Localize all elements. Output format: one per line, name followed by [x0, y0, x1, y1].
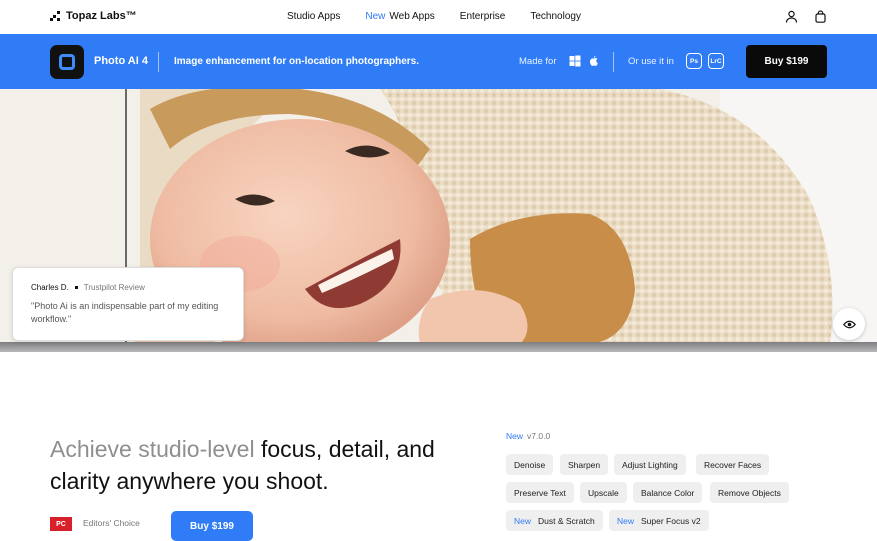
version-label: New v7.0.0 — [506, 431, 550, 441]
feature-chip-denoise[interactable]: Denoise — [506, 454, 554, 475]
compare-toggle-button[interactable] — [833, 308, 865, 340]
version-number: v7.0.0 — [527, 431, 551, 441]
logo-text: Topaz Labs™ — [66, 10, 137, 22]
new-badge: New — [506, 431, 524, 441]
feature-chip-recover-faces[interactable]: Recover Faces — [696, 454, 770, 475]
product-tagline: Image enhancement for on-location photog… — [174, 56, 420, 67]
review-quote: "Photo Ai is an indispensable part of my… — [31, 301, 219, 324]
buy-button-secondary[interactable]: Buy $199 — [171, 511, 253, 541]
feature-label: Preserve Text — [514, 487, 566, 498]
nav-link-label[interactable]: Studio Apps — [287, 11, 340, 22]
top-navigation: Topaz Labs™ Studio Apps New Web Apps Ente… — [0, 0, 877, 34]
made-for-label: Made for — [519, 56, 557, 67]
feature-chip-remove-objects[interactable]: Remove Objects — [710, 482, 789, 503]
review-source: Trustpilot Review — [83, 283, 145, 292]
feature-label: Recover Faces — [704, 459, 762, 470]
or-use-label: Or use it in — [628, 56, 674, 67]
nav-link-label[interactable]: Enterprise — [460, 11, 506, 22]
bag-icon[interactable] — [814, 10, 827, 23]
new-badge: New — [617, 515, 635, 526]
nav-studio-apps[interactable]: Studio Apps — [287, 11, 365, 22]
user-icon[interactable] — [785, 10, 798, 23]
review-card: Charles D. Trustpilot Review "Photo Ai i… — [12, 267, 244, 341]
new-badge: New — [514, 515, 532, 526]
new-badge: New — [365, 11, 386, 22]
feature-chip-sharpen[interactable]: Sharpen — [560, 454, 609, 475]
hero-image: Charles D. Trustpilot Review "Photo Ai i… — [0, 89, 877, 352]
eye-icon — [842, 320, 856, 328]
main-nav-links: Studio Apps New Web Apps Enterprise Techn… — [287, 11, 606, 22]
photoshop-plugin-icon: Ps — [686, 53, 702, 69]
review-header: Charles D. Trustpilot Review — [31, 283, 145, 292]
feature-chip-preserve-text[interactable]: Preserve Text — [506, 482, 574, 503]
feature-chip-upscale[interactable]: Upscale — [580, 482, 627, 503]
feature-label: Upscale — [588, 487, 619, 498]
editors-choice-label: Editors' Choice — [83, 518, 140, 528]
feature-label: Denoise — [514, 459, 546, 470]
headline-muted: Achieve studio-level — [50, 436, 255, 462]
divider — [613, 52, 614, 72]
apple-icon — [588, 54, 600, 66]
app-name: Photo AI 4 — [94, 55, 148, 67]
feature-label: Remove Objects — [718, 487, 781, 498]
pcmag-badge: PC — [50, 517, 72, 531]
nav-link-label[interactable]: Technology — [530, 11, 581, 22]
topaz-logo[interactable]: Topaz Labs™ — [50, 10, 137, 22]
product-bar: Photo AI 4 Image enhancement for on-loca… — [0, 34, 877, 89]
nav-web-apps[interactable]: New Web Apps — [365, 11, 459, 22]
feature-label: Super Focus v2 — [641, 515, 701, 526]
feature-label: Dust & Scratch — [538, 515, 595, 526]
feature-label: Adjust Lighting — [622, 459, 678, 470]
feature-label: Balance Color — [641, 487, 695, 498]
review-author: Charles D. — [31, 283, 69, 292]
headline: Achieve studio-level focus, detail, and … — [50, 433, 450, 497]
feature-label: Sharpen — [568, 459, 601, 470]
nav-technology[interactable]: Technology — [530, 11, 606, 22]
nav-link-label[interactable]: Web Apps — [389, 11, 434, 22]
feature-chip-adjust-lighting[interactable]: Adjust Lighting — [614, 454, 686, 475]
hero-bottom-strip — [0, 342, 877, 352]
windows-icon — [569, 54, 581, 67]
divider — [158, 52, 159, 72]
lightroom-plugin-icon: LrC — [708, 53, 724, 69]
feature-chip-balance-color[interactable]: Balance Color — [633, 482, 703, 503]
logo-mark-icon — [50, 11, 60, 21]
separator-dot — [74, 286, 78, 289]
nav-icon-group — [785, 10, 827, 23]
nav-enterprise[interactable]: Enterprise — [460, 11, 531, 22]
buy-button[interactable]: Buy $199 — [746, 45, 827, 78]
photo-ai-app-icon — [50, 45, 84, 79]
